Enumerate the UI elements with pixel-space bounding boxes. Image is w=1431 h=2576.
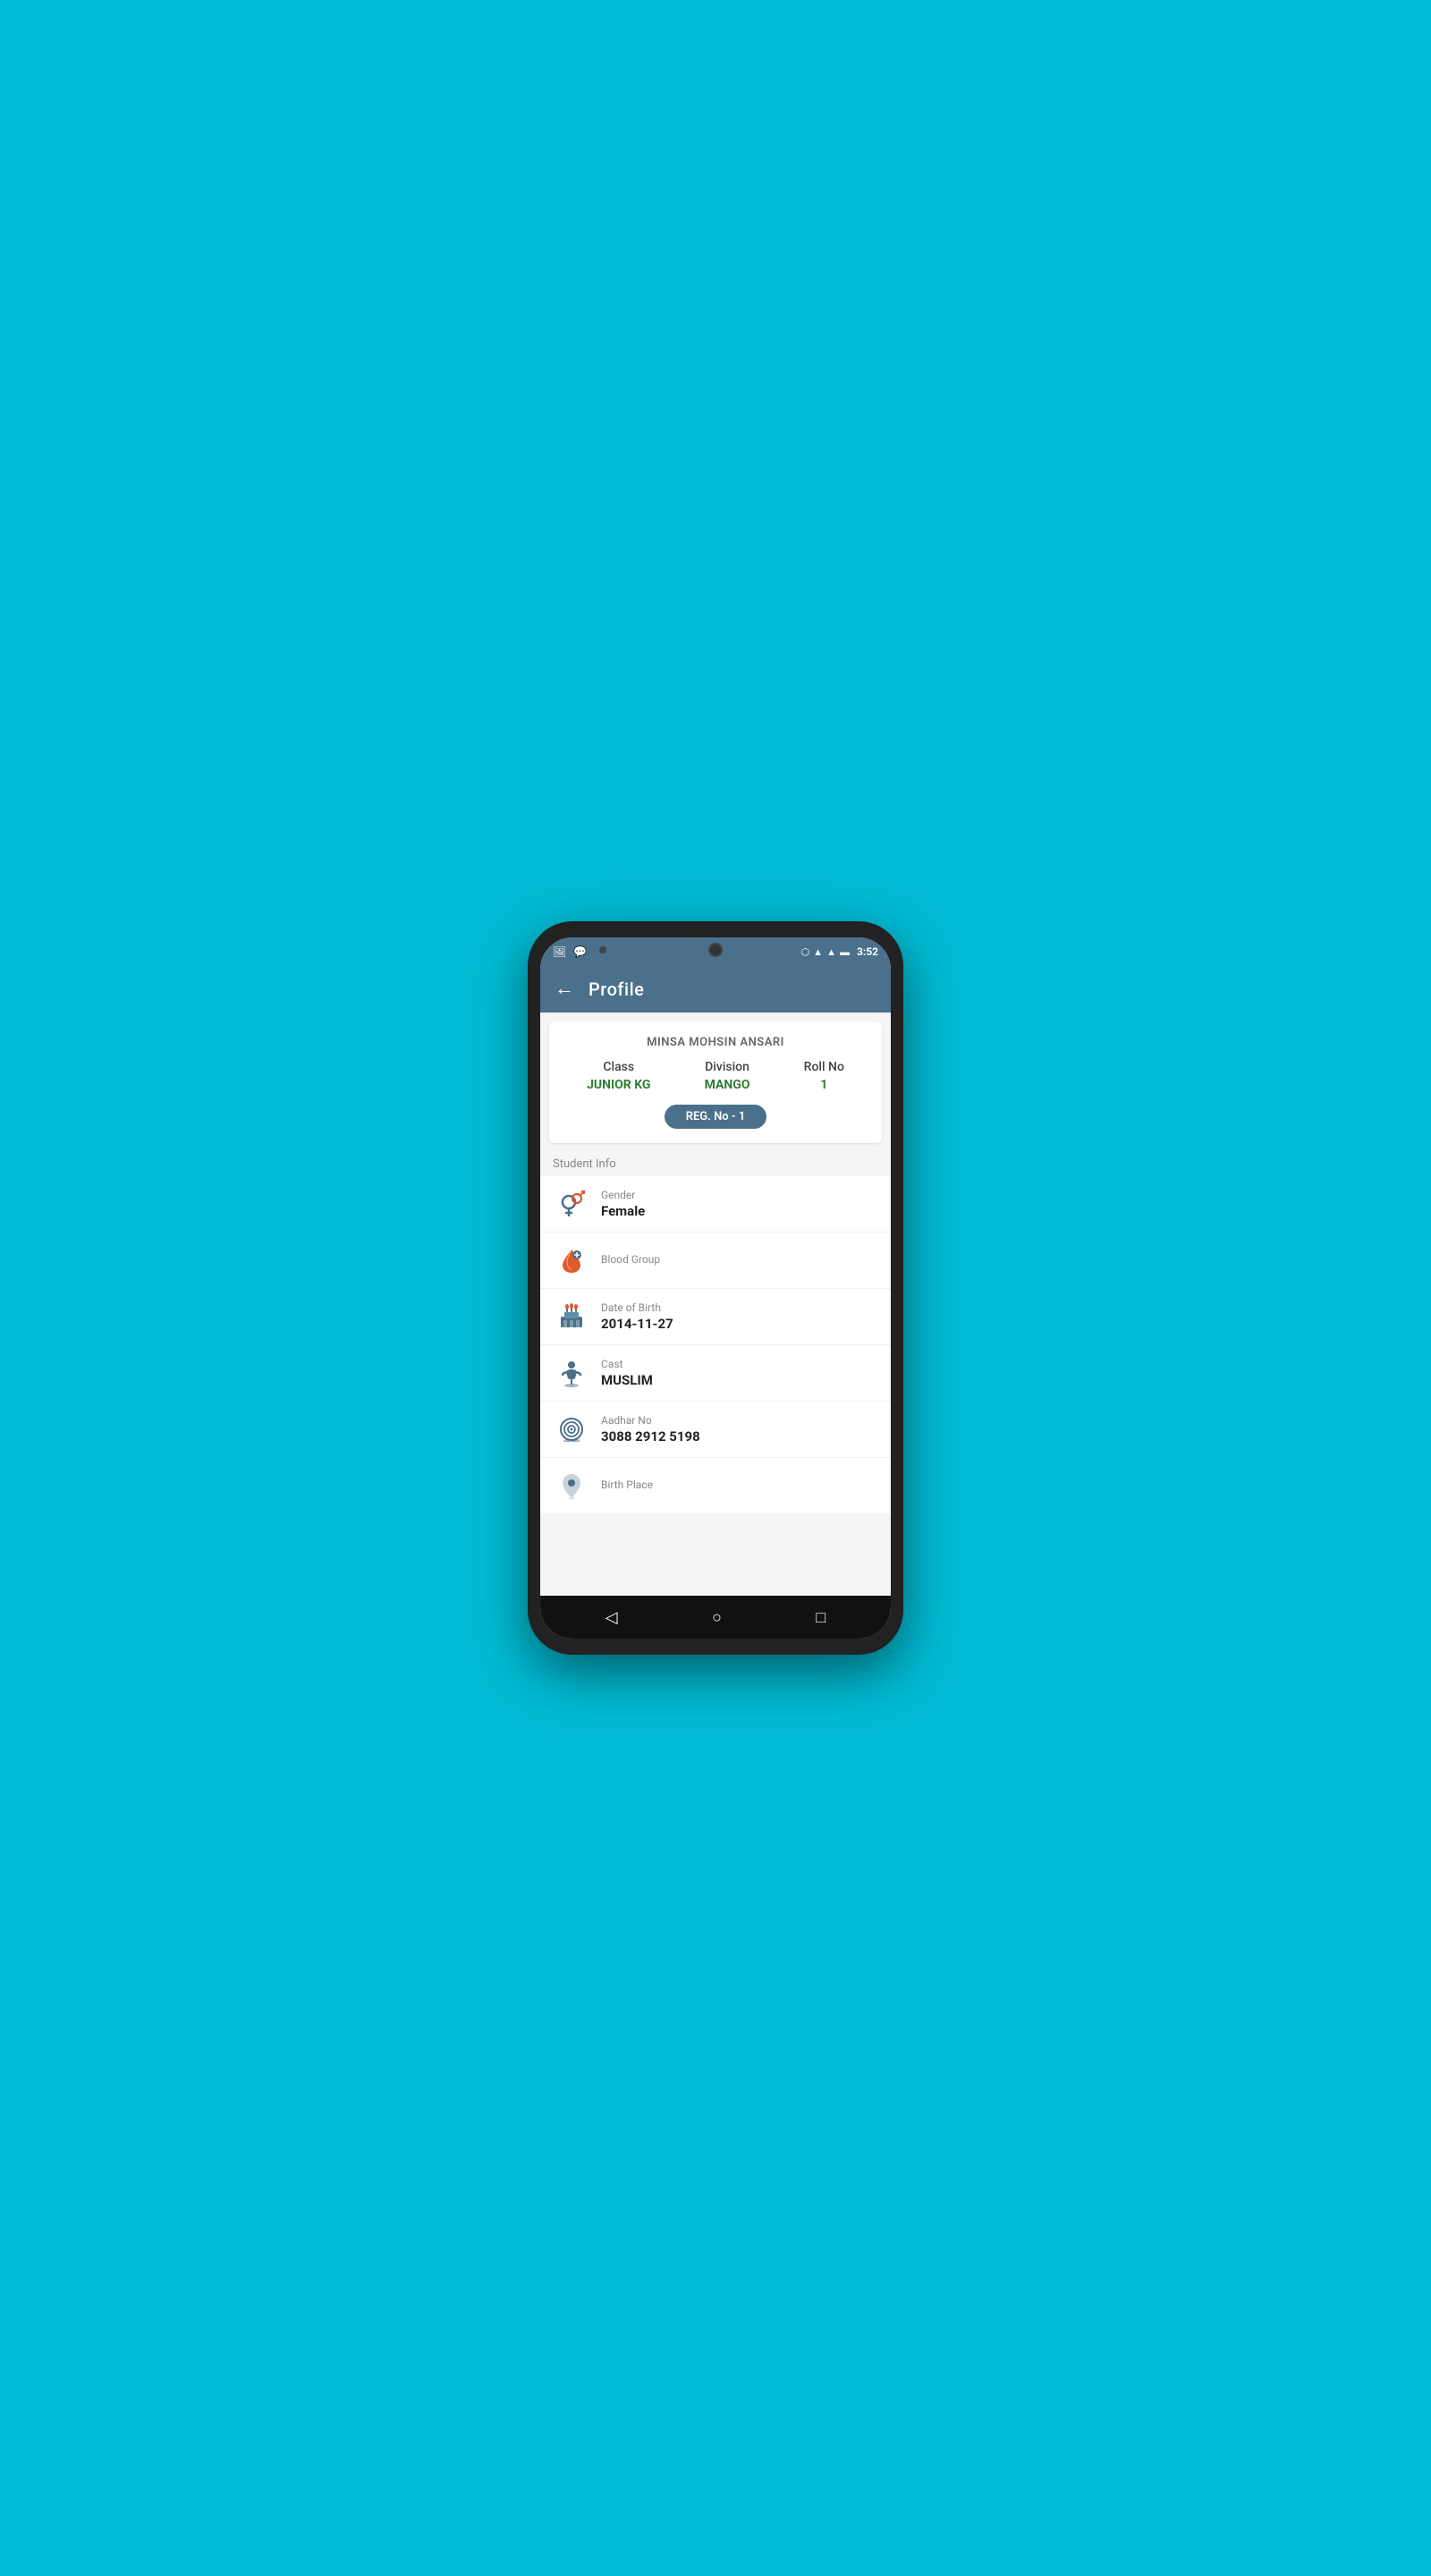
roll-value: 1 (820, 1078, 827, 1092)
cast-icon (555, 1356, 588, 1390)
division-col: Division MANGO (705, 1060, 750, 1092)
aadhar-icon: AADHAARI (555, 1412, 588, 1446)
class-row: Class JUNIOR KG Division MANGO Roll No 1 (560, 1060, 871, 1092)
toolbar-title: Profile (588, 979, 644, 1000)
content-area: MINSA MOHSIN ANSARI Class JUNIOR KG Divi… (540, 1013, 891, 1596)
dob-info: Date of Birth 2014-11-27 (601, 1301, 673, 1332)
profile-card: MINSA MOHSIN ANSARI Class JUNIOR KG Divi… (549, 1021, 882, 1143)
gender-info: Gender Female (601, 1189, 645, 1219)
list-item: Cast MUSLIM (540, 1345, 891, 1402)
gender-label: Gender (601, 1189, 645, 1201)
svg-text:AADHAARI: AADHAARI (563, 1439, 579, 1443)
status-time: 3:52 (857, 945, 878, 958)
student-name: MINSA MOHSIN ANSARI (560, 1036, 871, 1049)
status-icons-right: ⬡ ▲ ▲ ▬ 3:52 (801, 945, 878, 958)
class-col: Class JUNIOR KG (587, 1060, 650, 1092)
cake-icon (555, 1300, 588, 1334)
section-header: Student Info (540, 1148, 891, 1176)
gender-value: Female (601, 1203, 645, 1219)
home-nav-button[interactable]: ○ (705, 1601, 729, 1634)
blood-group-label: Blood Group (601, 1253, 660, 1266)
recent-nav-button[interactable]: □ (809, 1601, 833, 1634)
battery-icon: ▬ (840, 946, 850, 958)
signal-icon: ▲ (813, 946, 823, 958)
cast-info: Cast MUSLIM (601, 1358, 653, 1388)
birth-place-label: Birth Place (601, 1479, 653, 1491)
wifi-icon: ⬡ (801, 946, 810, 958)
phone-device: 🖼 💬 ⬡ ▲ ▲ ▬ 3:52 ← Profile MINSA MOHSIN … (528, 921, 903, 1655)
info-card: Gender Female (540, 1176, 891, 1513)
list-item: Date of Birth 2014-11-27 (540, 1289, 891, 1345)
list-item: Gender Female (540, 1176, 891, 1233)
dob-value: 2014-11-27 (601, 1316, 673, 1332)
aadhar-label: Aadhar No (601, 1414, 700, 1427)
birth-place-info: Birth Place (601, 1479, 653, 1493)
nav-bar: ◁ ○ □ (540, 1596, 891, 1639)
aadhar-info: Aadhar No 3088 2912 5198 (601, 1414, 700, 1445)
phone-screen: 🖼 💬 ⬡ ▲ ▲ ▬ 3:52 ← Profile MINSA MOHSIN … (540, 937, 891, 1639)
aadhar-value: 3088 2912 5198 (601, 1428, 700, 1445)
signal2-icon: ▲ (826, 946, 836, 958)
division-label: Division (705, 1060, 749, 1074)
status-icons-left: 🖼 💬 (553, 945, 587, 958)
list-item: Blood Group (540, 1233, 891, 1289)
division-value: MANGO (705, 1078, 750, 1092)
gender-icon (555, 1187, 588, 1221)
whatsapp-icon: 💬 (573, 945, 587, 958)
back-button[interactable]: ← (555, 979, 574, 999)
location-icon (555, 1469, 588, 1503)
blood-group-info: Blood Group (601, 1253, 660, 1267)
dob-label: Date of Birth (601, 1301, 673, 1314)
back-nav-button[interactable]: ◁ (598, 1601, 625, 1634)
cast-value: MUSLIM (601, 1372, 653, 1388)
blood-group-icon (555, 1243, 588, 1277)
class-value: JUNIOR KG (587, 1078, 650, 1092)
toolbar: ← Profile (540, 966, 891, 1013)
roll-col: Roll No 1 (804, 1060, 844, 1092)
class-label: Class (603, 1060, 634, 1074)
list-item: AADHAARI Aadhar No 3088 2912 5198 (540, 1402, 891, 1458)
status-bar: 🖼 💬 ⬡ ▲ ▲ ▬ 3:52 (540, 937, 891, 966)
cast-label: Cast (601, 1358, 653, 1370)
list-item: Birth Place (540, 1458, 891, 1513)
roll-label: Roll No (804, 1060, 844, 1074)
reg-badge: REG. No - 1 (665, 1105, 767, 1129)
image-notification-icon: 🖼 (553, 945, 566, 958)
